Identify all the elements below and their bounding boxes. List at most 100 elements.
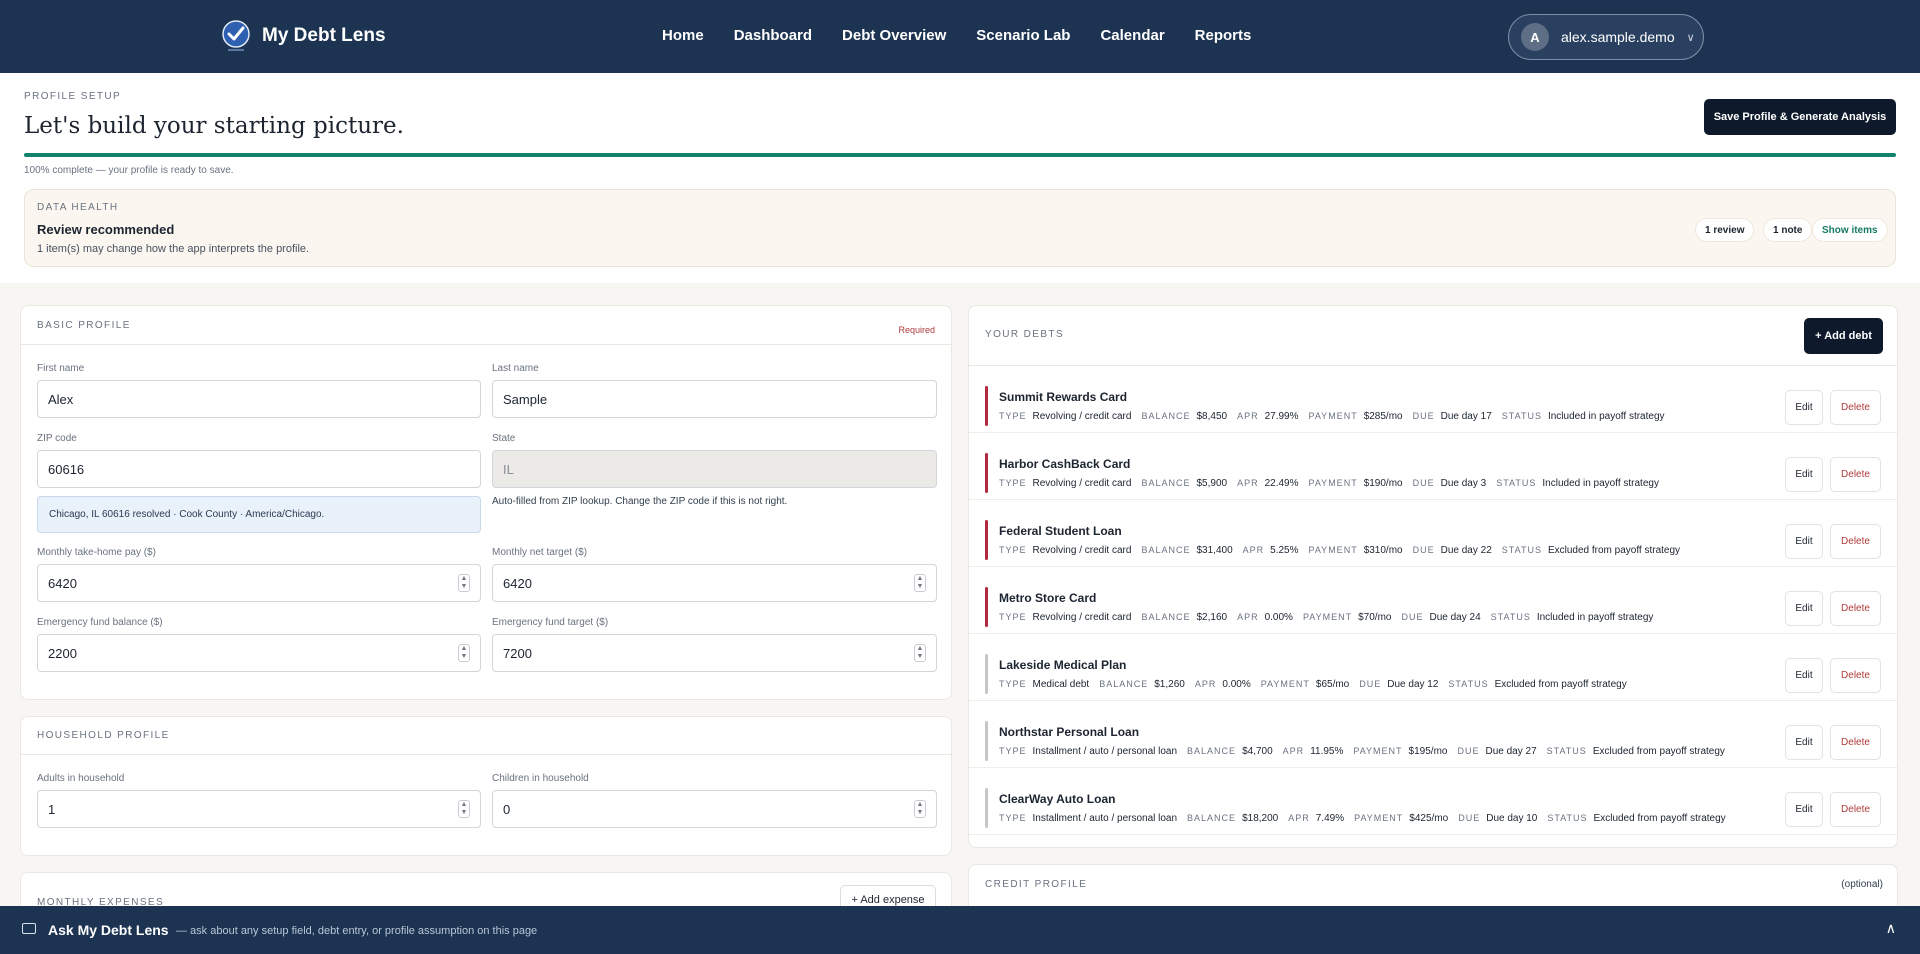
- debts-eyebrow: YOUR DEBTS: [985, 329, 1065, 340]
- debt-type-value: Medical debt: [1032, 679, 1090, 690]
- stepper-icon[interactable]: ▲ ▼: [914, 574, 926, 592]
- emergency-fund-balance-field[interactable]: 2200 ▲ ▼: [37, 634, 481, 672]
- debt-type-key: TYPE: [999, 545, 1027, 555]
- nav-link-reports[interactable]: Reports: [1195, 27, 1252, 44]
- page-title: Let's build your starting picture.: [24, 113, 404, 139]
- edit-debt-button[interactable]: Edit: [1785, 457, 1823, 492]
- take-home-pay-field[interactable]: 6420 ▲ ▼: [37, 564, 481, 602]
- nav-link-dashboard[interactable]: Dashboard: [734, 27, 812, 44]
- debt-type-key: TYPE: [999, 478, 1027, 488]
- debt-payment-key: PAYMENT: [1354, 813, 1404, 823]
- debt-status-key: STATUS: [1501, 411, 1542, 421]
- nav-link-calendar[interactable]: Calendar: [1100, 27, 1164, 44]
- delete-debt-button[interactable]: Delete: [1830, 390, 1881, 425]
- data-health-subtitle: 1 item(s) may change how the app interpr…: [37, 243, 310, 255]
- edit-debt-button[interactable]: Edit: [1785, 591, 1823, 626]
- delete-debt-button[interactable]: Delete: [1830, 792, 1881, 827]
- debt-balance-value: $5,900: [1196, 478, 1228, 489]
- adults-field[interactable]: 1 ▲ ▼: [37, 790, 481, 828]
- debt-name: Summit Rewards Card: [999, 390, 1128, 404]
- debt-due-key: DUE: [1412, 411, 1435, 421]
- edit-debt-button[interactable]: Edit: [1785, 658, 1823, 693]
- debt-meta: TYPE Installment / auto / personal loan BA…: [999, 813, 1730, 824]
- debt-status-value: Excluded from payoff strategy: [1547, 545, 1681, 556]
- basic-profile-header: BASIC PROFILE Required: [21, 306, 951, 345]
- debt-apr-value: 11.95%: [1310, 746, 1344, 757]
- debt-apr-key: APR: [1237, 612, 1259, 622]
- debts-header: YOUR DEBTS + Add debt: [969, 306, 1897, 366]
- debt-row: Northstar Personal Loan TYPE Installment /…: [969, 701, 1897, 768]
- credit-profile-eyebrow: CREDIT PROFILE: [985, 879, 1088, 890]
- first-name-field[interactable]: Alex: [37, 380, 481, 418]
- debt-type-value: Installment / auto / personal loan: [1032, 746, 1178, 757]
- stepper-icon[interactable]: ▲ ▼: [914, 644, 926, 662]
- household-profile-header: HOUSEHOLD PROFILE: [21, 717, 951, 755]
- progress-bar-fill: [24, 153, 1896, 157]
- brand-logo-icon: [220, 18, 252, 54]
- debt-balance-key: BALANCE: [1141, 545, 1191, 555]
- nav-link-debt-overview[interactable]: Debt Overview: [842, 27, 946, 44]
- debt-accent-bar: [985, 453, 988, 493]
- zip-code-label: ZIP code: [37, 433, 77, 444]
- debt-type-value: Revolving / credit card: [1032, 411, 1132, 422]
- emergency-fund-target-value: 7200: [503, 645, 532, 661]
- delete-debt-button[interactable]: Delete: [1830, 725, 1881, 760]
- debt-due-key: DUE: [1412, 478, 1435, 488]
- debt-apr-value: 27.99%: [1264, 411, 1299, 422]
- delete-debt-button[interactable]: Delete: [1830, 658, 1881, 693]
- nav-link-scenario-lab[interactable]: Scenario Lab: [976, 27, 1070, 44]
- debt-type-key: TYPE: [999, 746, 1027, 756]
- stepper-icon[interactable]: ▲ ▼: [914, 800, 926, 818]
- nav-link-home[interactable]: Home: [662, 27, 704, 44]
- debt-type-key: TYPE: [999, 411, 1027, 421]
- top-navigation: My Debt Lens Home Dashboard Debt Overvie…: [0, 0, 1920, 73]
- debt-type-key: TYPE: [999, 813, 1027, 823]
- delete-debt-button[interactable]: Delete: [1830, 524, 1881, 559]
- stepper-icon[interactable]: ▲ ▼: [458, 800, 470, 818]
- net-target-field[interactable]: 6420 ▲ ▼: [492, 564, 937, 602]
- data-health-eyebrow: DATA HEALTH: [37, 202, 119, 213]
- debt-payment-value: $65/mo: [1315, 679, 1350, 690]
- children-label: Children in household: [492, 773, 589, 784]
- debt-meta: TYPE Installment / auto / personal loan BA…: [999, 746, 1729, 757]
- assistant-hint: — ask about any setup field, debt entry,…: [176, 925, 538, 937]
- debt-meta: TYPE Revolving / credit card BALANCE $8,450…: [999, 411, 1669, 422]
- review-count-chip: 1 review: [1695, 218, 1755, 242]
- ask-assistant-bar[interactable]: Ask My Debt Lens — ask about any setup f…: [0, 906, 1920, 954]
- debt-accent-bar: [985, 721, 988, 761]
- user-menu-button[interactable]: A alex.sample.demo ∨: [1508, 14, 1704, 60]
- debt-name: ClearWay Auto Loan: [999, 792, 1116, 806]
- debt-name: Lakeside Medical Plan: [999, 658, 1127, 672]
- debt-name: Harbor CashBack Card: [999, 457, 1131, 471]
- edit-debt-button[interactable]: Edit: [1785, 725, 1823, 760]
- delete-debt-button[interactable]: Delete: [1830, 457, 1881, 492]
- debt-due-value: Due day 10: [1486, 813, 1538, 824]
- last-name-field[interactable]: Sample: [492, 380, 937, 418]
- edit-debt-button[interactable]: Edit: [1785, 792, 1823, 827]
- debt-row: Harbor CashBack Card TYPE Revolving / cred…: [969, 433, 1897, 500]
- stepper-icon[interactable]: ▲ ▼: [458, 574, 470, 592]
- emergency-fund-target-field[interactable]: 7200 ▲ ▼: [492, 634, 937, 672]
- debt-balance-key: BALANCE: [1187, 813, 1237, 823]
- chevron-down-icon: ∨: [1686, 31, 1695, 44]
- zip-code-field[interactable]: 60616: [37, 450, 481, 488]
- delete-debt-button[interactable]: Delete: [1830, 591, 1881, 626]
- stepper-icon[interactable]: ▲ ▼: [458, 644, 470, 662]
- adults-label: Adults in household: [37, 773, 125, 784]
- avatar: A: [1521, 23, 1549, 51]
- save-profile-button[interactable]: Save Profile & Generate Analysis: [1704, 99, 1896, 135]
- emergency-fund-balance-label: Emergency fund balance ($): [37, 617, 163, 628]
- add-debt-button[interactable]: + Add debt: [1804, 318, 1883, 354]
- debt-balance-key: BALANCE: [1141, 478, 1191, 488]
- debt-status-key: STATUS: [1496, 478, 1537, 488]
- children-field[interactable]: 0 ▲ ▼: [492, 790, 937, 828]
- edit-debt-button[interactable]: Edit: [1785, 390, 1823, 425]
- chevron-up-icon[interactable]: ∧: [1886, 920, 1896, 937]
- edit-debt-button[interactable]: Edit: [1785, 524, 1823, 559]
- show-items-button[interactable]: Show items: [1812, 218, 1888, 242]
- debt-balance-key: BALANCE: [1141, 411, 1191, 421]
- brand[interactable]: My Debt Lens: [220, 18, 386, 54]
- debt-payment-value: $190/mo: [1363, 478, 1403, 489]
- debt-payment-key: PAYMENT: [1353, 746, 1403, 756]
- debt-payment-value: $425/mo: [1409, 813, 1449, 824]
